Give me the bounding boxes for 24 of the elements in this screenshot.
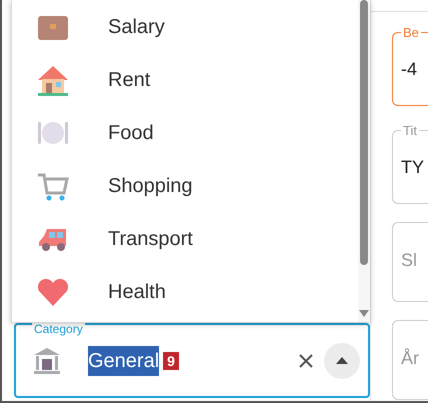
text-field[interactable]: Tit TY: [392, 124, 428, 204]
collapse-button[interactable]: [324, 342, 360, 378]
close-icon: [298, 352, 314, 368]
menu-item[interactable]: Health: [12, 265, 358, 318]
field-placeholder: Sl: [401, 248, 418, 272]
caret-up-icon: [336, 357, 348, 364]
field-label: Be: [402, 26, 420, 39]
count-badge: 9: [163, 352, 179, 370]
menu-item[interactable]: Salary: [12, 0, 358, 53]
field-label: Tit: [402, 124, 418, 137]
menu-item[interactable]: Shopping: [12, 159, 358, 212]
field-label: Category: [32, 323, 85, 335]
text-field[interactable]: Be -4: [392, 26, 428, 106]
category-field[interactable]: Category General 9: [14, 323, 370, 398]
bank-icon: [32, 346, 62, 376]
menu-item[interactable]: Rent: [12, 53, 358, 106]
scrollbar[interactable]: [358, 0, 370, 322]
menu-item[interactable]: Transport: [12, 212, 358, 265]
selected-value: General: [88, 346, 160, 376]
scroll-down-icon[interactable]: [359, 310, 369, 318]
field-value: TY: [401, 156, 424, 178]
menu-item[interactable]: Food: [12, 106, 358, 159]
field-value: -4: [401, 58, 418, 80]
field-placeholder: År: [401, 346, 419, 370]
